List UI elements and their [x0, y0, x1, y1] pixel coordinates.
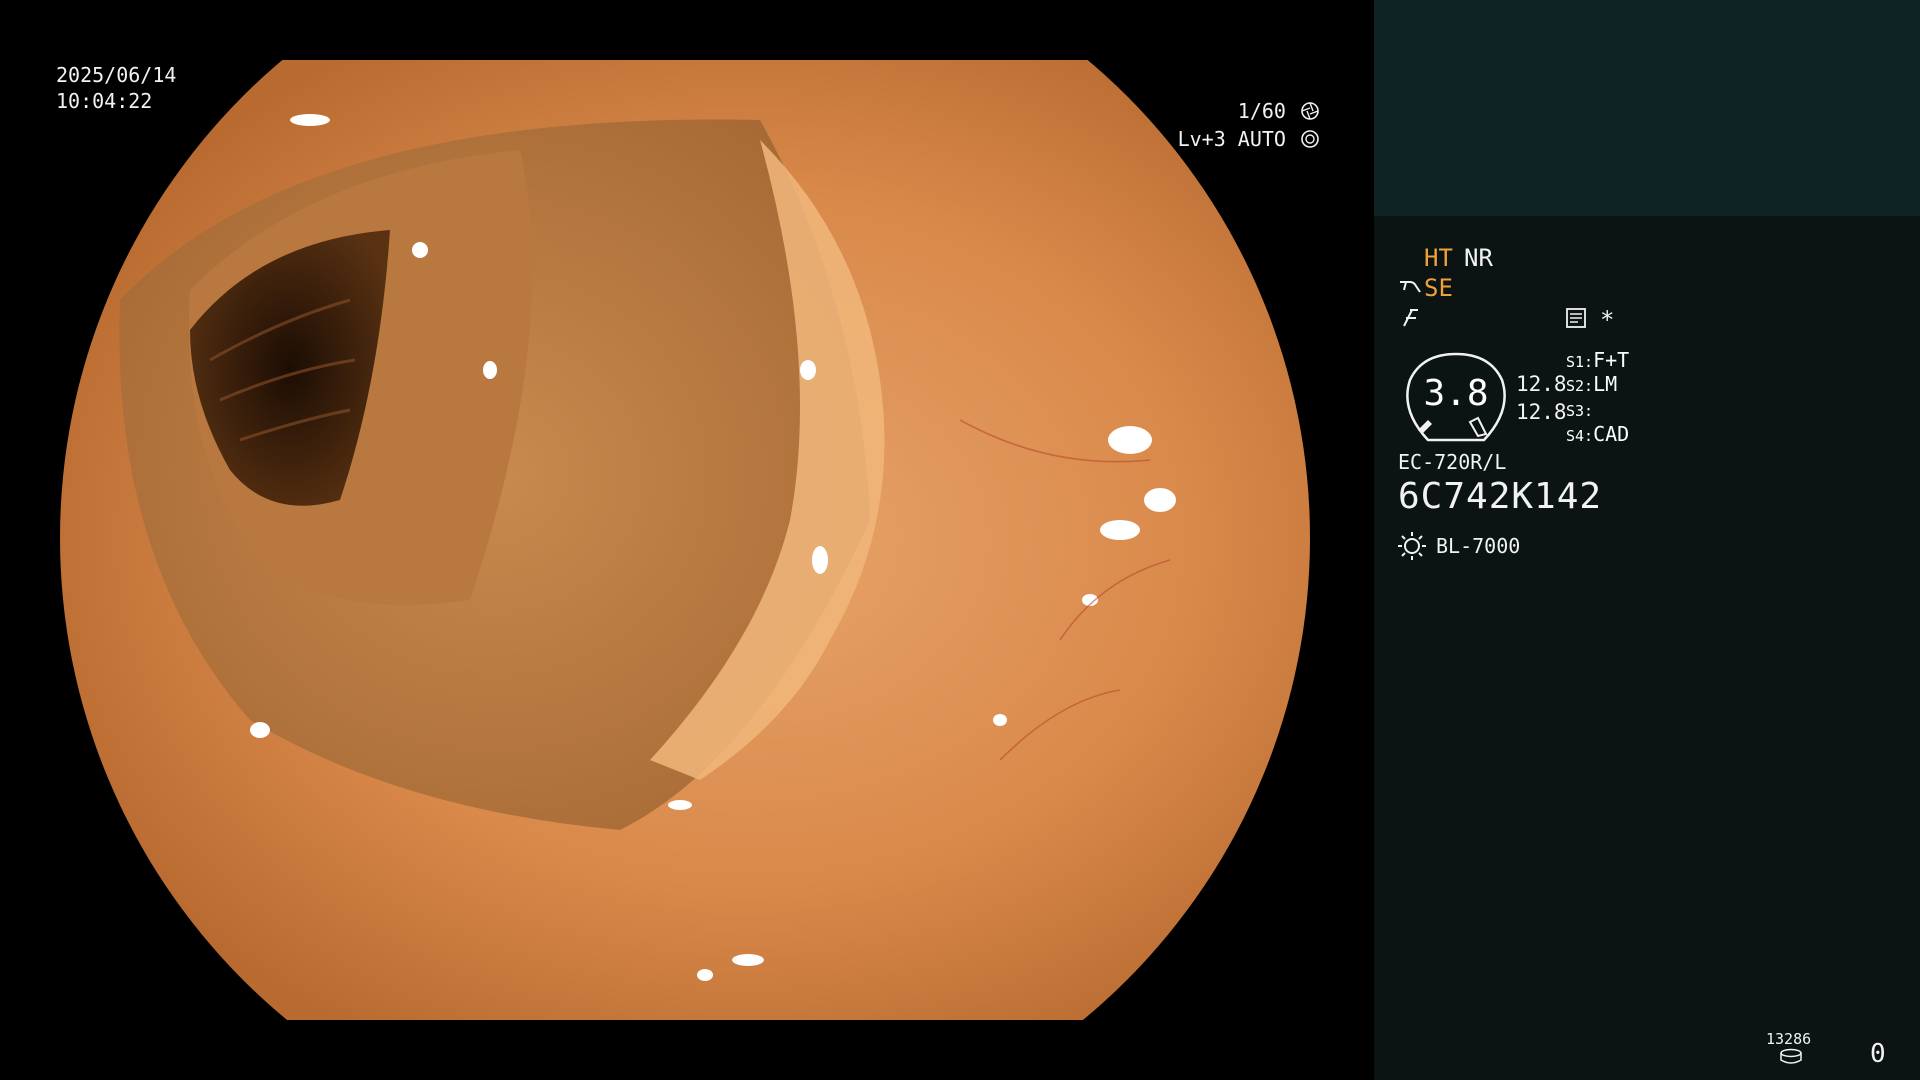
nr-indicator: NR: [1464, 244, 1493, 272]
date-time-readout: 2025/06/14 10:04:22: [56, 62, 176, 114]
switch-key: S3:: [1566, 402, 1594, 420]
switch-value: CAD: [1593, 422, 1630, 446]
ht-indicator: HT: [1424, 244, 1453, 272]
ratio-value-2: 12.8: [1516, 400, 1567, 424]
light-source-model: BL-7000: [1436, 534, 1521, 558]
image-counter: 13286: [1766, 1030, 1812, 1048]
patient-info-area: [1374, 0, 1920, 216]
gauge-value: 3.8: [1423, 373, 1489, 414]
time-text: 10:04:22: [56, 89, 153, 113]
switch-key: S4:: [1566, 427, 1594, 445]
auto-iris-icon: [1301, 130, 1319, 148]
level-text: Lv+3 AUTO: [1177, 127, 1286, 151]
scope-model: EC-720R/L: [1398, 450, 1507, 474]
endoscopic-image: [60, 60, 1310, 1020]
count-value: 0: [1870, 1039, 1886, 1069]
switch-s3: S3:: [1566, 397, 1593, 423]
switch-s1: S1:F+T: [1566, 348, 1629, 374]
shutter-text: 1/60: [1237, 99, 1286, 123]
shutter-readout: 1/60: [1238, 98, 1320, 124]
switch-value: LM: [1593, 372, 1618, 396]
ratio-value-1: 12.8: [1516, 372, 1567, 396]
endoscope-video-area: 2025/06/14 10:04:22 1/60 Lv+3 AUTO: [0, 0, 1372, 1080]
date-text: 2025/06/14: [56, 63, 177, 87]
menu-icon: [1566, 308, 1586, 328]
se-indicator: SE: [1424, 274, 1453, 302]
switch-key: S1:: [1566, 353, 1594, 371]
color-enhance-icon: [1403, 309, 1418, 327]
structure-enhance-icon: [1400, 281, 1421, 293]
switch-s4: S4:CAD: [1566, 422, 1629, 448]
switch-key: S2:: [1566, 377, 1594, 395]
level-readout: Lv+3 AUTO: [1178, 126, 1320, 152]
asterisk-indicator: *: [1600, 306, 1615, 334]
switch-value: F+T: [1593, 348, 1630, 372]
switch-s2: S2:LM: [1566, 372, 1617, 398]
scope-serial: 6C742K142: [1398, 476, 1603, 517]
light-source-icon: [1398, 532, 1426, 560]
shutter-icon: [1301, 102, 1319, 120]
media-icon: [1780, 1048, 1802, 1064]
info-panel: HT NR SE * 3.8 12.8 12.8 S1:F+T S2:LM S3…: [1374, 0, 1920, 1080]
